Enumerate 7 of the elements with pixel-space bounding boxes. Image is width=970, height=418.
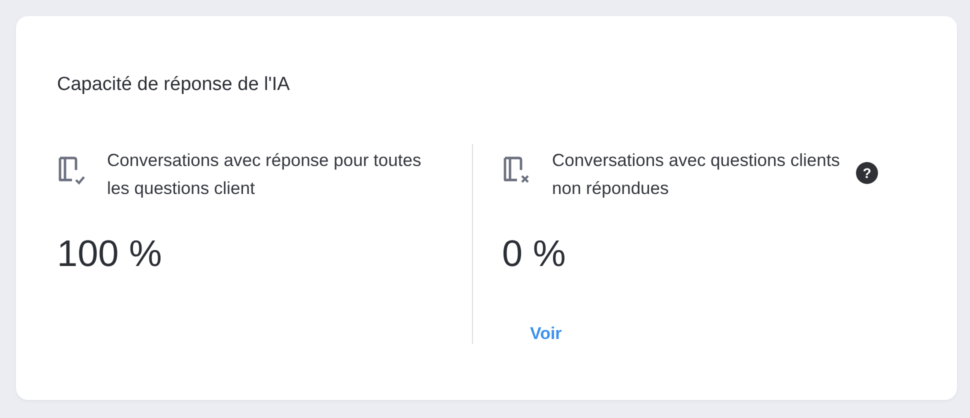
metric-label: Conversations avec réponse pour toutes les questions client [107, 149, 422, 200]
card-title: Capacité de réponse de l'IA [57, 74, 291, 96]
help-icon[interactable]: ? [856, 162, 878, 184]
metric-value: 100 % [57, 232, 163, 276]
metric-value: 0 % [502, 232, 567, 276]
document-check-icon [57, 156, 85, 186]
metric-label: Conversations avec questions clients non répondues [552, 149, 841, 200]
